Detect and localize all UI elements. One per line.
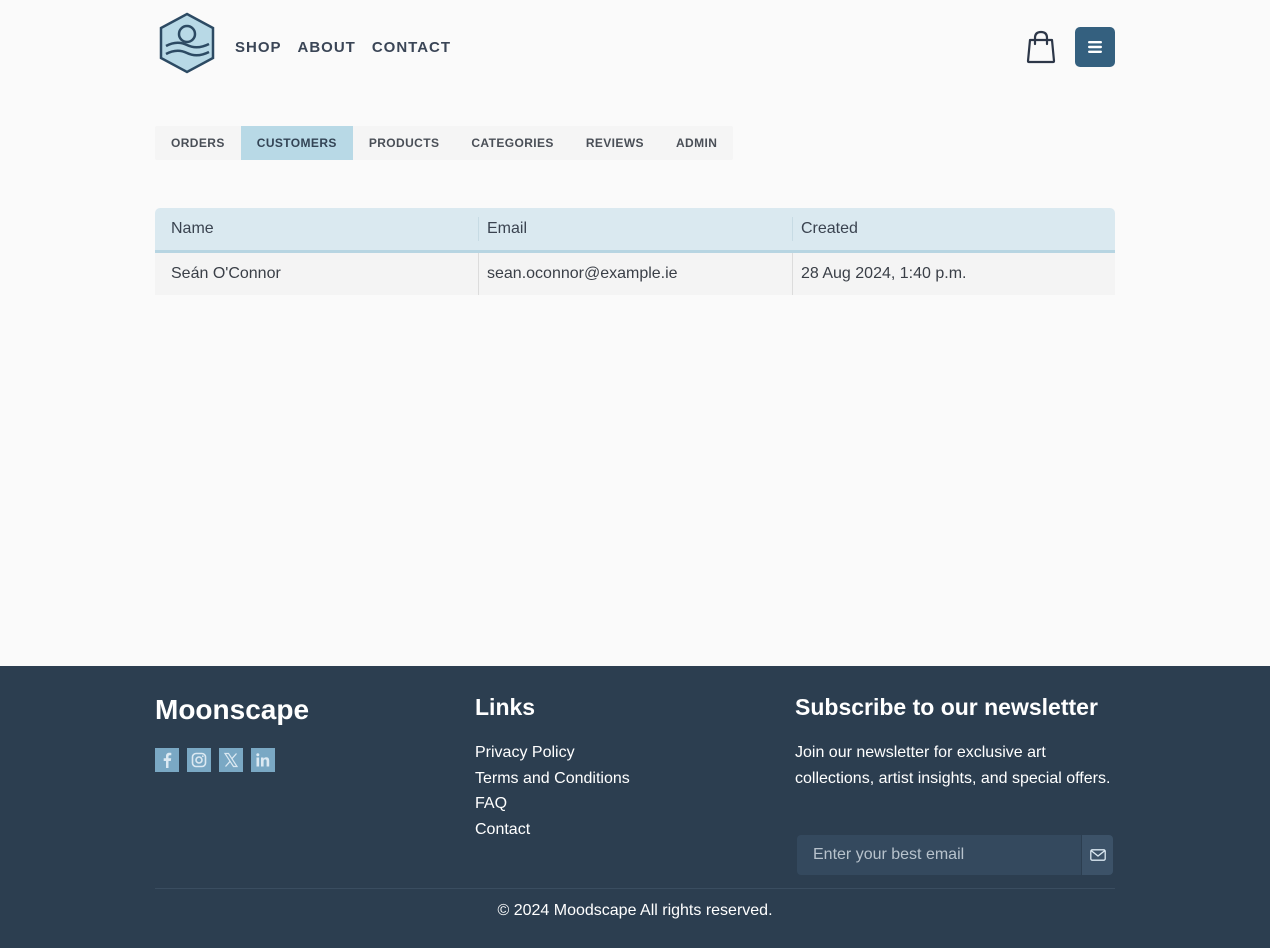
nav-about-link[interactable]: ABOUT <box>298 38 356 58</box>
facebook-icon[interactable] <box>155 748 179 772</box>
customer-created: 28 Aug 2024, 1:40 p.m. <box>792 253 1115 295</box>
x-twitter-icon[interactable] <box>219 748 243 772</box>
contact-link[interactable]: Contact <box>475 817 630 843</box>
copyright-text: © 2024 Moodscape All rights reserved. <box>497 902 773 919</box>
shopping-bag-icon[interactable] <box>1026 30 1056 64</box>
terms-link[interactable]: Terms and Conditions <box>475 766 630 792</box>
instagram-icon[interactable] <box>187 748 211 772</box>
logo-icon[interactable] <box>157 12 217 74</box>
newsletter-heading: Subscribe to our newsletter <box>795 694 1098 720</box>
tab-customers[interactable]: CUSTOMERS <box>240 126 353 160</box>
column-header-name[interactable]: Name <box>155 208 478 250</box>
table-row[interactable]: Seán O'Connor sean.oconnor@example.ie 28… <box>155 253 1115 295</box>
tab-admin[interactable]: ADMIN <box>660 126 733 160</box>
admin-tabs: ORDERS CUSTOMERS PRODUCTS CATEGORIES REV… <box>155 126 734 160</box>
table-header: Name Email Created <box>155 208 1115 253</box>
nav-contact-link[interactable]: CONTACT <box>372 38 451 58</box>
main-nav: SHOP ABOUT CONTACT <box>235 38 467 58</box>
newsletter-form <box>797 835 1113 875</box>
column-header-created[interactable]: Created <box>792 217 1115 241</box>
column-header-email[interactable]: Email <box>478 217 792 241</box>
linkedin-icon[interactable] <box>251 748 275 772</box>
tab-categories[interactable]: CATEGORIES <box>455 126 569 160</box>
faq-link[interactable]: FAQ <box>475 791 630 817</box>
customers-table: Name Email Created Seán O'Connor sean.oc… <box>155 208 1115 295</box>
tab-products[interactable]: PRODUCTS <box>353 126 456 160</box>
customer-email: sean.oconnor@example.ie <box>478 253 792 295</box>
envelope-icon <box>1089 849 1106 861</box>
social-links <box>155 748 275 772</box>
nav-shop-link[interactable]: SHOP <box>235 38 282 58</box>
footer-divider <box>155 888 1115 889</box>
site-header: SHOP ABOUT CONTACT <box>0 0 1270 95</box>
hamburger-menu-icon <box>1088 41 1102 53</box>
newsletter-description: Join our newsletter for exclusive art co… <box>795 744 1111 787</box>
footer-brand: Moonscape <box>155 694 310 725</box>
tab-orders[interactable]: ORDERS <box>155 126 241 160</box>
privacy-policy-link[interactable]: Privacy Policy <box>475 740 630 766</box>
tab-reviews[interactable]: REVIEWS <box>570 126 660 160</box>
site-footer: Moonscape Links Privacy Policy Terms and… <box>0 666 1270 948</box>
customer-name: Seán O'Connor <box>171 265 281 282</box>
newsletter-email-input[interactable] <box>797 835 1081 875</box>
newsletter-submit-button[interactable] <box>1081 835 1113 875</box>
links-heading: Links <box>475 694 536 720</box>
footer-links: Privacy Policy Terms and Conditions FAQ … <box>475 740 630 843</box>
menu-button[interactable] <box>1075 27 1115 67</box>
